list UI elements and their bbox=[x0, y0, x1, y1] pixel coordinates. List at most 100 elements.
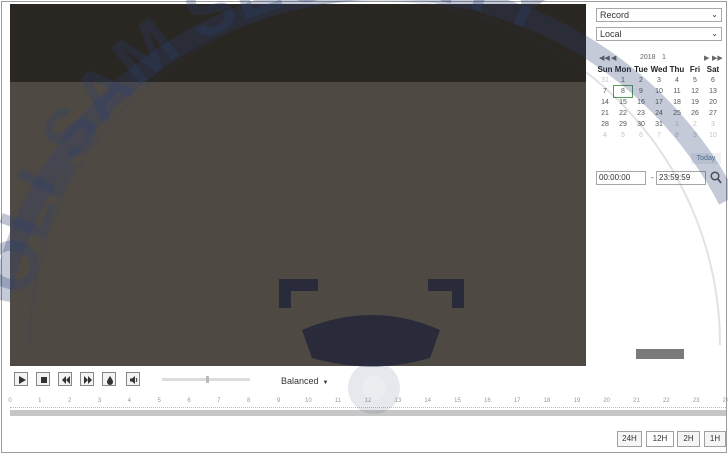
calendar-day[interactable]: 10 bbox=[704, 130, 722, 141]
zoom-24h-button[interactable]: 24H bbox=[617, 431, 642, 447]
weekday-header: Sat bbox=[706, 65, 720, 74]
play-button[interactable] bbox=[14, 372, 28, 386]
calendar-day[interactable]: 21 bbox=[596, 108, 614, 119]
calendar-day[interactable]: 14 bbox=[596, 97, 614, 108]
volume-slider-knob[interactable] bbox=[206, 376, 209, 383]
zoom-2h-button[interactable]: 2H bbox=[677, 431, 700, 447]
zoom-12h-button[interactable]: 12H bbox=[646, 431, 674, 447]
prev-year-icon[interactable]: ◀◀ bbox=[599, 54, 610, 62]
timeline-hour-label: 3 bbox=[97, 398, 102, 404]
calendar-week: 14 15 16 17 18 19 20 bbox=[596, 97, 722, 108]
timeline-hour-label: 21 bbox=[633, 398, 640, 404]
time-range: 00:00:00 - 23:59:59 bbox=[596, 171, 724, 187]
calendar-day[interactable]: 17 bbox=[650, 97, 668, 108]
calendar-day-selected[interactable]: 8 bbox=[613, 85, 633, 98]
record-type-value: Record bbox=[600, 10, 630, 20]
next-month-icon[interactable]: ▶ bbox=[704, 54, 709, 62]
calendar-day[interactable]: 8 bbox=[668, 130, 686, 141]
search-icon[interactable] bbox=[710, 171, 722, 186]
volume-button[interactable] bbox=[126, 372, 140, 386]
calendar-week: 28 29 30 31 1 2 3 bbox=[596, 119, 722, 130]
calendar: ◀◀ ◀ 2018 1 ▶ ▶▶ Sun Mon Tue Wed Thu Fri Sat 3… bbox=[596, 52, 722, 141]
record-type-select[interactable]: Record ⌄ bbox=[596, 8, 722, 22]
chevron-down-icon: ⌄ bbox=[711, 29, 718, 38]
calendar-day[interactable]: 3 bbox=[650, 75, 668, 86]
calendar-day[interactable]: 24 bbox=[650, 108, 668, 119]
video-playback-area[interactable] bbox=[10, 4, 586, 366]
today-button[interactable]: Today bbox=[691, 153, 721, 164]
calendar-day[interactable]: 23 bbox=[632, 108, 650, 119]
timeline-hour-label: 12 bbox=[364, 398, 372, 404]
calendar-day[interactable]: 2 bbox=[686, 119, 704, 130]
calendar-day[interactable]: 11 bbox=[668, 86, 686, 97]
calendar-day[interactable]: 6 bbox=[704, 75, 722, 86]
calendar-day[interactable]: 26 bbox=[686, 108, 704, 119]
timeline-hour-label: 16 bbox=[483, 398, 491, 404]
calendar-day[interactable]: 4 bbox=[596, 130, 614, 141]
timeline-hour-label: 19 bbox=[573, 398, 581, 404]
calendar-day[interactable]: 30 bbox=[632, 119, 650, 130]
weekday-header: Sun bbox=[597, 65, 613, 74]
zoom-1h-button[interactable]: 1H bbox=[704, 431, 726, 447]
calendar-day[interactable]: 9 bbox=[686, 130, 704, 141]
calendar-day[interactable]: 27 bbox=[704, 108, 722, 119]
calendar-day[interactable]: 15 bbox=[614, 97, 632, 108]
calendar-day[interactable]: 22 bbox=[614, 108, 632, 119]
calendar-day[interactable]: 25 bbox=[668, 108, 686, 119]
calendar-day[interactable]: 1 bbox=[614, 75, 632, 86]
timeline[interactable]: 0 1 2 3 4 5 6 7 8 9 10 11 12 13 14 15 16 17 18 19 20 21 22 23 24 bbox=[8, 398, 728, 420]
calendar-day[interactable]: 3 bbox=[704, 119, 722, 130]
timeline-hour-label: 17 bbox=[513, 398, 521, 404]
calendar-day[interactable]: 7 bbox=[650, 130, 668, 141]
calendar-day[interactable]: 5 bbox=[686, 75, 704, 86]
video-top-band bbox=[10, 4, 586, 82]
calendar-day[interactable]: 1 bbox=[668, 119, 686, 130]
calendar-day[interactable]: 10 bbox=[650, 86, 668, 97]
speed-up-button[interactable] bbox=[80, 372, 94, 386]
stop-button[interactable] bbox=[36, 372, 50, 386]
calendar-day[interactable]: 12 bbox=[686, 86, 704, 97]
next-year-icon[interactable]: ▶▶ bbox=[712, 54, 723, 62]
volume-slider[interactable] bbox=[162, 376, 250, 383]
speaker-icon bbox=[130, 376, 138, 384]
calendar-day[interactable]: 31 bbox=[596, 75, 614, 86]
drop-icon bbox=[107, 376, 113, 385]
start-time-input[interactable]: 00:00:00 bbox=[596, 171, 646, 185]
calendar-day[interactable]: 28 bbox=[596, 119, 614, 130]
prev-month-icon[interactable]: ◀ bbox=[611, 54, 616, 62]
weekday-header: Fri bbox=[689, 65, 701, 74]
slow-down-button[interactable] bbox=[58, 372, 72, 386]
calendar-day[interactable]: 19 bbox=[686, 97, 704, 108]
calendar-day[interactable]: 6 bbox=[632, 130, 650, 141]
storage-select[interactable]: Local ⌄ bbox=[596, 27, 722, 41]
clip-button[interactable] bbox=[636, 349, 684, 359]
calendar-day[interactable]: 7 bbox=[596, 86, 614, 97]
stop-icon bbox=[41, 377, 47, 383]
calendar-day[interactable]: 29 bbox=[614, 119, 632, 130]
calendar-day[interactable]: 4 bbox=[668, 75, 686, 86]
end-time-input[interactable]: 23:59:59 bbox=[656, 171, 706, 185]
caret-down-icon: ▼ bbox=[322, 380, 329, 386]
calendar-day[interactable]: 20 bbox=[704, 97, 722, 108]
stream-mode-dropdown[interactable]: Balanced ▼ bbox=[281, 376, 328, 386]
timeline-hour-label: 23 bbox=[692, 398, 700, 404]
calendar-day[interactable]: 16 bbox=[632, 97, 650, 108]
calendar-grid: Sun Mon Tue Wed Thu Fri Sat 31 1 2 3 4 5 6 7 8 9 10 11 12 1… bbox=[596, 64, 722, 141]
snapshot-button[interactable] bbox=[102, 372, 116, 386]
calendar-day[interactable]: 13 bbox=[704, 86, 722, 97]
timeline-hour-label: 2 bbox=[67, 398, 72, 404]
rewind-icon bbox=[62, 376, 70, 384]
calendar-day[interactable]: 18 bbox=[668, 97, 686, 108]
timeline-bar[interactable] bbox=[10, 410, 726, 416]
calendar-day[interactable]: 2 bbox=[632, 75, 650, 86]
timeline-hour-label: 10 bbox=[304, 398, 312, 404]
weekday-header: Tue bbox=[634, 65, 648, 74]
timeline-hour-label: 13 bbox=[394, 398, 402, 404]
timeline-hour-label: 7 bbox=[217, 398, 221, 404]
timeline-hour-label: 22 bbox=[662, 398, 670, 404]
timeline-hour-label: 1 bbox=[38, 398, 42, 404]
calendar-day[interactable]: 31 bbox=[650, 119, 668, 130]
calendar-day[interactable]: 9 bbox=[632, 86, 650, 97]
calendar-day[interactable]: 5 bbox=[614, 130, 632, 141]
timeline-hour-label: 9 bbox=[276, 398, 281, 404]
